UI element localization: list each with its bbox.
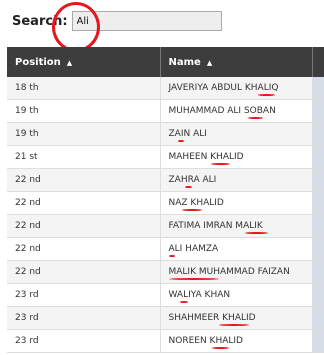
name-cell: WALIYA KHAN [160, 283, 313, 307]
table-row[interactable]: 22 nd ALI HAMZA [7, 237, 324, 261]
name-text: ZAHRA ALI [169, 175, 216, 188]
position-cell: 21 st [7, 145, 161, 169]
position-column-header[interactable]: Position ▲ [7, 47, 161, 77]
hidden-column-cell [312, 99, 324, 123]
position-cell: 22 nd [7, 214, 161, 238]
hidden-column-cell [312, 260, 324, 284]
name-cell: MAHEEN KHALID [160, 145, 313, 169]
annotation-underline [219, 324, 250, 326]
table-row[interactable]: 23 rd SHAHMEER KHALID [7, 306, 324, 330]
position-cell: 18 th [7, 77, 161, 100]
hidden-column-cell [312, 306, 324, 330]
table-row[interactable]: 18 th JAVERIYA ABDUL KHALIQ [7, 77, 324, 100]
table-row[interactable]: 19 th MUHAMMAD ALI SOBAN [7, 99, 324, 123]
name-text: ALI HAMZA [168, 244, 218, 257]
name-text: MAHEEN KHALID [169, 152, 244, 165]
position-cell: 19 th [7, 99, 161, 123]
table-row[interactable]: 22 nd NAZ KHALID [7, 191, 324, 215]
hidden-column-cell [312, 214, 324, 238]
name-text: NOREEN KHALID [169, 336, 243, 349]
table-row[interactable]: 23 rd NOREEN KHALID [7, 329, 324, 353]
position-cell: 22 nd [7, 260, 161, 284]
sort-up-icon: ▲ [66, 58, 73, 67]
table-row[interactable]: 22 nd ZAHRA ALI [7, 168, 324, 192]
name-cell: FATIMA IMRAN MALIK [160, 214, 313, 238]
hidden-column-cell [312, 329, 324, 353]
name-cell: MUHAMMAD ALI SOBAN [160, 99, 313, 123]
name-text: JAVERIYA ABDUL KHALIQ [169, 83, 278, 96]
position-cell: 23 rd [7, 283, 161, 307]
hidden-column-cell [312, 145, 324, 169]
table-row[interactable]: 21 st MAHEEN KHALID [7, 145, 324, 169]
position-cell: 23 rd [7, 329, 161, 353]
search-input[interactable] [71, 11, 222, 31]
table-row[interactable]: 22 nd FATIMA IMRAN MALIK [7, 214, 324, 238]
annotation-underline [178, 140, 184, 142]
hidden-column-cell [312, 283, 324, 307]
table-header-row: Position ▲ Name ▲ [7, 47, 324, 77]
table-row[interactable]: 23 rd WALIYA KHAN [7, 283, 324, 307]
search-bar: Search: [12, 10, 222, 32]
table-row[interactable]: 22 nd MALIK MUHAMMAD FAIZAN [7, 260, 324, 284]
results-table-container: Position ▲ Name ▲ 18 th JAVERIYA ABDUL KHAL… [7, 47, 324, 353]
name-text: WALIYA KHAN [169, 290, 230, 303]
annotation-underline [179, 301, 189, 303]
hidden-column-header[interactable] [312, 47, 324, 77]
position-cell: 22 nd [7, 191, 161, 215]
name-cell: JAVERIYA ABDUL KHALIQ [160, 77, 313, 100]
sort-up-icon: ▲ [206, 58, 213, 67]
name-header-label: Name [168, 56, 201, 68]
search-label: Search: [12, 13, 68, 29]
name-text: FATIMA IMRAN MALIK [169, 221, 269, 234]
name-text: ZAIN ALI [169, 129, 207, 142]
position-header-label: Position [15, 56, 61, 68]
name-text: SHAHMEER KHALID [169, 313, 256, 326]
annotation-underline [247, 117, 263, 119]
results-table: Position ▲ Name ▲ 18 th JAVERIYA ABDUL KHAL… [7, 47, 324, 353]
name-cell: NAZ KHALID [160, 191, 313, 215]
table-row[interactable]: 19 th ZAIN ALI [7, 122, 324, 146]
annotation-underline [168, 255, 176, 257]
annotation-underline [211, 163, 231, 165]
annotation-underline [168, 278, 220, 280]
name-cell: ZAIN ALI [160, 122, 313, 146]
annotation-underline [185, 186, 192, 188]
position-cell: 19 th [7, 122, 161, 146]
name-cell: NOREEN KHALID [160, 329, 313, 353]
hidden-column-cell [312, 168, 324, 192]
annotation-underline [257, 94, 276, 96]
name-cell: ALI HAMZA [160, 237, 313, 261]
position-cell: 22 nd [7, 237, 161, 261]
hidden-column-cell [312, 191, 324, 215]
hidden-column-cell [312, 237, 324, 261]
annotation-underline [244, 232, 269, 234]
name-text: MALIK MUHAMMAD FAIZAN [168, 267, 290, 280]
hidden-column-cell [312, 122, 324, 146]
hidden-column-cell [312, 77, 324, 100]
name-text: MUHAMMAD ALI SOBAN [169, 106, 276, 119]
name-text: NAZ KHALID [169, 198, 224, 211]
position-cell: 23 rd [7, 306, 161, 330]
name-cell: ZAHRA ALI [160, 168, 313, 192]
annotation-underline [182, 209, 202, 211]
annotation-underline [211, 347, 229, 349]
name-column-header[interactable]: Name ▲ [160, 47, 313, 77]
name-cell: MALIK MUHAMMAD FAIZAN [160, 260, 313, 284]
position-cell: 22 nd [7, 168, 161, 192]
name-cell: SHAHMEER KHALID [160, 306, 313, 330]
